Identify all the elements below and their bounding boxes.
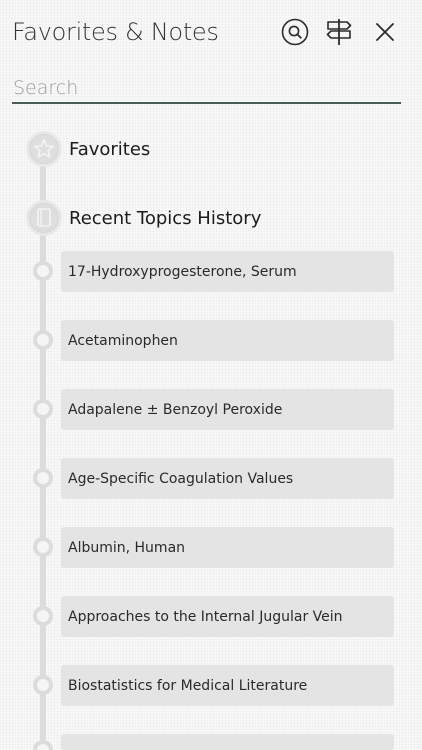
history-item[interactable]: 17-Hydroxyprogesterone, Serum (61, 251, 394, 292)
signpost-icon (326, 19, 352, 45)
history-item[interactable]: Approaches to the Internal Jugular Vein (61, 596, 394, 637)
header-bar: Favorites & Notes (0, 0, 422, 66)
star-icon (34, 139, 54, 158)
timeline-dot (33, 399, 53, 419)
favorites-section[interactable]: Favorites (26, 131, 406, 167)
timeline-dot (33, 606, 53, 626)
history-item[interactable]: Adapalene ± Benzoyl Peroxide (61, 389, 394, 430)
timeline-dot (33, 261, 53, 281)
history-item[interactable]: Albumin, Human (61, 527, 394, 568)
navigation-button[interactable] (324, 17, 354, 47)
timeline-dot (33, 675, 53, 695)
timeline-dot (33, 740, 53, 750)
timeline-dot (33, 537, 53, 557)
search-input[interactable] (12, 74, 401, 102)
timeline-dot (33, 468, 53, 488)
page-title: Favorites & Notes (12, 18, 219, 46)
book-icon (37, 208, 51, 227)
history-section[interactable]: Recent Topics History (26, 200, 406, 236)
history-badge (26, 200, 62, 236)
search-circle-icon (281, 18, 309, 46)
close-icon (376, 23, 394, 41)
favorites-label: Favorites (69, 138, 151, 160)
favorites-badge (26, 131, 62, 167)
timeline-dot (33, 330, 53, 350)
history-item[interactable]: Age-Specific Coagulation Values (61, 458, 394, 499)
search-button[interactable] (280, 17, 310, 47)
close-button[interactable] (370, 17, 400, 47)
search-field (12, 74, 401, 104)
history-item[interactable]: Biostatistics for Medical Literature (61, 665, 394, 706)
history-item-partial[interactable] (61, 734, 394, 750)
history-label: Recent Topics History (69, 207, 262, 229)
history-item[interactable]: Acetaminophen (61, 320, 394, 361)
